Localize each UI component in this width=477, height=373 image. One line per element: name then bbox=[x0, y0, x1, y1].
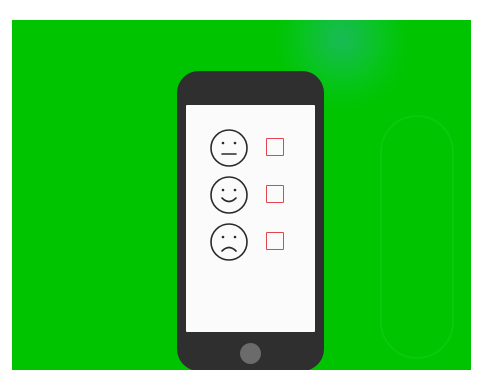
sad-face-icon bbox=[210, 223, 248, 261]
happy-checkbox[interactable] bbox=[266, 185, 284, 203]
survey-option-sad bbox=[209, 222, 309, 264]
survey-option-happy bbox=[209, 175, 309, 217]
home-button[interactable] bbox=[240, 343, 261, 364]
smiling-face-icon bbox=[210, 176, 248, 214]
neutral-face-icon bbox=[210, 129, 248, 167]
survey-option-neutral bbox=[209, 128, 309, 170]
background-stage bbox=[12, 20, 471, 370]
smartphone bbox=[177, 71, 324, 370]
background-ghost-shape bbox=[380, 115, 454, 359]
neutral-checkbox[interactable] bbox=[266, 138, 284, 156]
phone-screen bbox=[186, 105, 315, 332]
sad-checkbox[interactable] bbox=[266, 232, 284, 250]
